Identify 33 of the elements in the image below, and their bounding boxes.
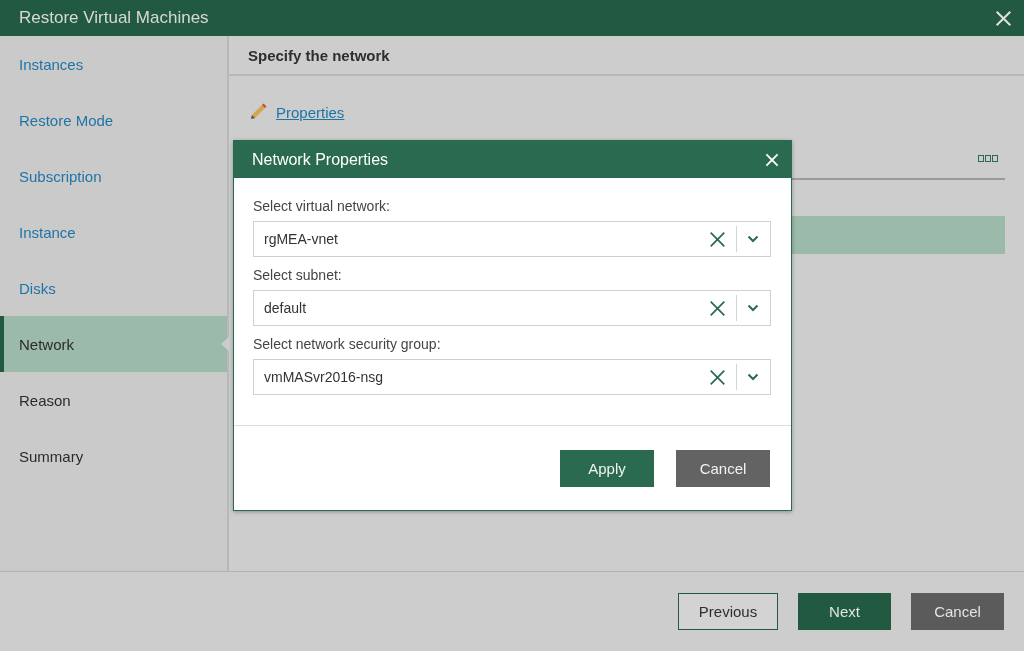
cancel-button[interactable]: Cancel — [676, 449, 770, 487]
field-label: Select virtual network: — [253, 198, 391, 214]
columns-icon[interactable] — [978, 154, 998, 162]
field-label: Select network security group: — [253, 336, 442, 352]
sidebar-item[interactable]: Summary — [0, 428, 227, 484]
clear-icon — [709, 230, 726, 248]
dialog-title: Network Properties — [252, 150, 389, 169]
chevron-down-icon[interactable] — [747, 304, 759, 312]
select-field[interactable]: default — [253, 290, 771, 326]
clear-icon — [709, 368, 726, 386]
chevron-down-icon[interactable] — [747, 235, 759, 243]
field-label: Select subnet: — [253, 267, 343, 283]
sidebar-item[interactable]: Reason — [0, 372, 227, 428]
chevron-down-icon[interactable] — [747, 373, 759, 381]
previous-button[interactable]: Previous — [678, 593, 778, 630]
cancel-button[interactable]: Cancel — [911, 593, 1004, 630]
select-field[interactable]: vmMASvr2016-nsg — [253, 359, 771, 395]
pencil-icon — [248, 102, 268, 122]
window-title: Restore Virtual Machines — [19, 8, 209, 28]
sidebar-item[interactable]: Instance — [0, 204, 227, 260]
clear-icon — [709, 299, 726, 317]
apply-button[interactable]: Apply — [560, 449, 654, 487]
sidebar-item[interactable]: Subscription — [0, 148, 227, 204]
close-icon — [995, 9, 1012, 27]
close-icon — [765, 152, 779, 167]
select-field[interactable]: rgMEA-vnet — [253, 221, 771, 257]
sidebar-item[interactable]: Network — [0, 316, 227, 372]
next-button[interactable]: Next — [798, 593, 891, 630]
properties-link[interactable]: Properties — [276, 103, 345, 121]
sidebar-item[interactable]: Disks — [0, 260, 227, 316]
sidebar-item[interactable]: Restore Mode — [0, 92, 227, 148]
section-title: Specify the network — [248, 46, 390, 64]
sidebar-item[interactable]: Instances — [0, 36, 227, 92]
